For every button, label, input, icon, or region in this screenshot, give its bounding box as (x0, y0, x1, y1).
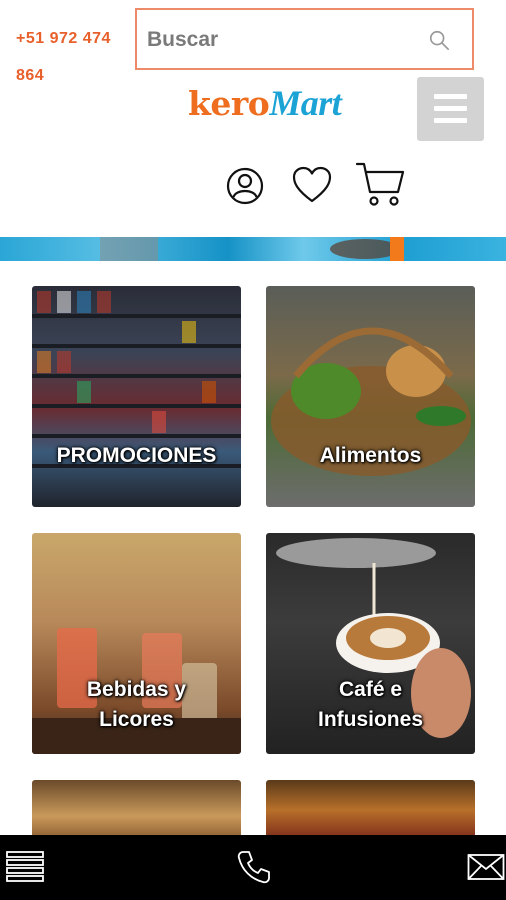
hamburger-icon (434, 94, 467, 99)
category-label: Licores (99, 708, 174, 731)
category-label: PROMOCIONES (56, 444, 217, 467)
logo-text-kero: kero (188, 84, 270, 123)
category-tile-cafe-infusiones[interactable]: Café e Infusiones (266, 533, 475, 754)
category-label: Café e (338, 678, 403, 701)
hamburger-icon (434, 106, 467, 111)
logo-text-mart: Mart (269, 83, 342, 123)
search-icon[interactable] (428, 29, 450, 51)
promo-banner[interactable] (0, 237, 506, 261)
category-tile-alimentos[interactable]: Alimentos (266, 286, 475, 507)
category-tile-partial[interactable] (32, 780, 241, 840)
category-tile-promociones[interactable]: PROMOCIONES (32, 286, 241, 507)
category-label: Alimentos (319, 444, 422, 467)
bottom-bar (0, 835, 506, 900)
phone-icon[interactable] (236, 849, 272, 885)
user-icon[interactable] (224, 165, 266, 207)
basket-image (271, 327, 471, 476)
mail-icon[interactable] (467, 849, 505, 885)
search-box (135, 8, 474, 70)
category-label: Infusiones (317, 708, 423, 731)
category-label: Bebidas y (86, 678, 187, 701)
search-input[interactable] (145, 10, 419, 70)
hamburger-icon (434, 118, 467, 123)
category-tile-bebidas-licores[interactable]: Bebidas y Licores (32, 533, 241, 754)
cart-icon[interactable] (355, 160, 405, 208)
menu-button[interactable] (417, 77, 484, 141)
heart-icon[interactable] (291, 165, 333, 205)
phone-number[interactable]: +51 972 474 864 (16, 20, 126, 94)
list-menu-icon[interactable] (6, 849, 44, 885)
category-tile-partial[interactable] (266, 780, 475, 840)
shelves-image (32, 291, 241, 468)
site-logo[interactable]: keroMart (188, 82, 342, 124)
